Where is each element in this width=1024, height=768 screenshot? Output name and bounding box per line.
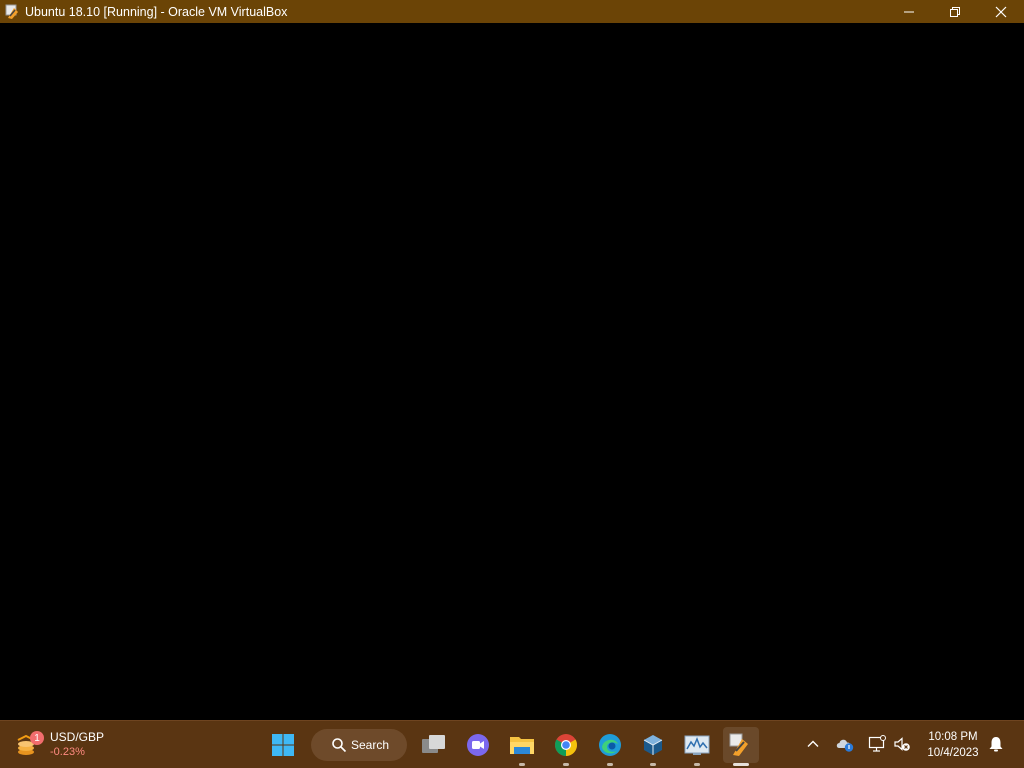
currency-widget[interactable]: 1 USD/GBP -0.23% bbox=[14, 726, 104, 764]
video-meeting-icon bbox=[467, 734, 489, 756]
running-indicator bbox=[733, 763, 749, 766]
close-button[interactable] bbox=[978, 0, 1024, 23]
virtualbox-vm-icon bbox=[729, 733, 748, 756]
network-button[interactable] bbox=[866, 733, 888, 755]
monitor-chart-icon bbox=[684, 735, 710, 755]
speaker-muted-icon bbox=[894, 737, 910, 751]
running-indicator bbox=[563, 763, 569, 766]
virtualbox-button[interactable] bbox=[635, 727, 671, 766]
vm-display[interactable] bbox=[0, 23, 1024, 720]
start-button[interactable] bbox=[265, 727, 301, 763]
clock-date: 10/4/2023 bbox=[927, 747, 979, 759]
vm-window-button[interactable] bbox=[723, 727, 759, 766]
widget-badge: 1 bbox=[30, 731, 44, 745]
running-indicator bbox=[694, 763, 700, 766]
search-box[interactable]: Search bbox=[311, 729, 407, 761]
file-explorer-button[interactable] bbox=[504, 727, 540, 766]
chevron-up-icon bbox=[807, 740, 819, 747]
notifications-button[interactable] bbox=[985, 733, 1007, 755]
show-hidden-icons-button[interactable] bbox=[802, 733, 824, 755]
clock[interactable]: 10:08 PM 10/4/2023 bbox=[918, 729, 988, 761]
minimize-icon bbox=[904, 11, 914, 12]
window-title: Ubuntu 18.10 [Running] - Oracle VM Virtu… bbox=[25, 4, 288, 19]
widget-change: -0.23% bbox=[50, 746, 85, 758]
currency-coins-icon: 1 bbox=[14, 730, 44, 760]
clock-time: 10:08 PM bbox=[928, 731, 978, 743]
running-indicator bbox=[519, 763, 525, 766]
close-icon bbox=[995, 6, 1007, 17]
running-indicator bbox=[607, 763, 613, 766]
windows-start-icon bbox=[272, 734, 294, 756]
chrome-button[interactable] bbox=[548, 727, 584, 766]
search-icon bbox=[331, 737, 347, 753]
resource-monitor-button[interactable] bbox=[679, 727, 715, 766]
chrome-icon bbox=[555, 734, 577, 756]
edge-button[interactable] bbox=[592, 727, 628, 766]
meet-button[interactable] bbox=[460, 727, 496, 763]
virtualbox-vm-icon[interactable] bbox=[5, 4, 21, 20]
running-indicator bbox=[650, 763, 656, 766]
edge-icon bbox=[599, 734, 621, 756]
task-view-icon bbox=[422, 735, 445, 753]
virtualbox-icon bbox=[643, 735, 663, 755]
taskbar: 1 USD/GBP -0.23% Search 10:08 PM 10/4/20… bbox=[0, 720, 1024, 768]
task-view-button[interactable] bbox=[416, 727, 452, 763]
network-icon bbox=[868, 735, 886, 752]
restore-icon bbox=[950, 6, 960, 17]
volume-button[interactable] bbox=[891, 733, 913, 755]
widget-title: USD/GBP bbox=[50, 730, 105, 744]
search-label: Search bbox=[351, 738, 390, 752]
onedrive-button[interactable] bbox=[834, 733, 856, 755]
onedrive-cloud-icon bbox=[836, 739, 854, 752]
title-bar[interactable]: Ubuntu 18.10 [Running] - Oracle VM Virtu… bbox=[0, 0, 1024, 23]
restore-button[interactable] bbox=[932, 0, 978, 23]
notification-bell-icon bbox=[989, 737, 1003, 752]
folder-icon bbox=[510, 737, 534, 754]
minimize-button[interactable] bbox=[886, 0, 932, 23]
